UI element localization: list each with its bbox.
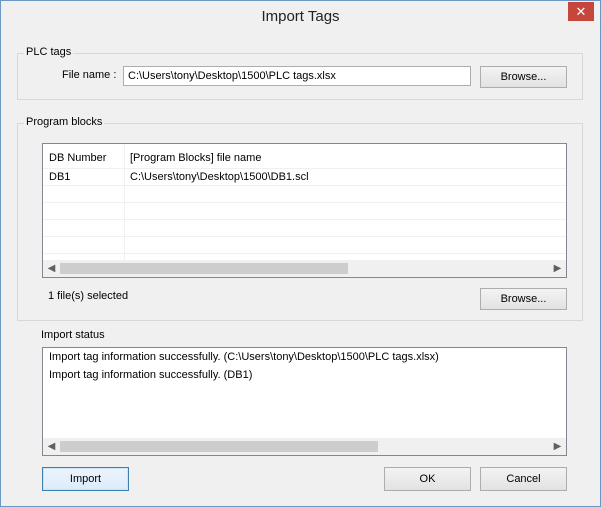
import-button[interactable]: Import — [42, 467, 129, 491]
program-blocks-list[interactable]: DB Number [Program Blocks] file name DB1… — [42, 143, 567, 278]
scroll-left-icon[interactable]: ◀ — [43, 260, 60, 277]
scroll-right-icon[interactable]: ▶ — [549, 438, 566, 455]
scroll-thumb[interactable] — [60, 263, 348, 274]
title-bar[interactable]: Import Tags ✕ — [1, 1, 600, 31]
column-header-file-name[interactable]: [Program Blocks] file name — [130, 150, 261, 167]
list-header: DB Number [Program Blocks] file name — [43, 148, 566, 169]
empty-row — [43, 237, 566, 254]
plc-tags-group-label: PLC tags — [24, 46, 74, 58]
plc-tags-browse-button[interactable]: Browse... — [480, 66, 567, 88]
status-line: Import tag information successfully. (C:… — [49, 351, 439, 363]
row-db-number: DB1 — [49, 171, 71, 183]
cancel-button[interactable]: Cancel — [480, 467, 567, 491]
file-name-label: File name : — [62, 69, 117, 81]
row-file-name: C:\Users\tony\Desktop\1500\DB1.scl — [130, 171, 309, 183]
close-icon: ✕ — [575, 4, 587, 19]
window-title: Import Tags — [261, 8, 340, 25]
empty-row — [43, 186, 566, 203]
close-button[interactable]: ✕ — [568, 2, 594, 21]
status-line: Import tag information successfully. (DB… — [49, 369, 253, 381]
ok-button[interactable]: OK — [384, 467, 471, 491]
empty-row — [43, 203, 566, 220]
import-status-box[interactable]: Import tag information successfully. (C:… — [42, 347, 567, 456]
program-blocks-hscrollbar[interactable]: ◀ ▶ — [43, 260, 566, 277]
column-header-db-number[interactable]: DB Number — [49, 150, 106, 167]
import-tags-dialog: Import Tags ✕ PLC tags File name : C:\Us… — [0, 0, 601, 507]
program-blocks-group-label: Program blocks — [24, 116, 105, 128]
files-selected-text: 1 file(s) selected — [48, 290, 129, 302]
empty-row — [43, 220, 566, 237]
program-blocks-browse-button[interactable]: Browse... — [480, 288, 567, 310]
scroll-right-icon[interactable]: ▶ — [549, 260, 566, 277]
import-status-hscrollbar[interactable]: ◀ ▶ — [43, 438, 566, 455]
scroll-left-icon[interactable]: ◀ — [43, 438, 60, 455]
import-status-label: Import status — [41, 329, 105, 341]
scroll-thumb[interactable] — [60, 441, 378, 452]
table-row[interactable]: DB1 C:\Users\tony\Desktop\1500\DB1.scl — [43, 169, 566, 186]
file-name-input[interactable]: C:\Users\tony\Desktop\1500\PLC tags.xlsx — [123, 66, 471, 86]
